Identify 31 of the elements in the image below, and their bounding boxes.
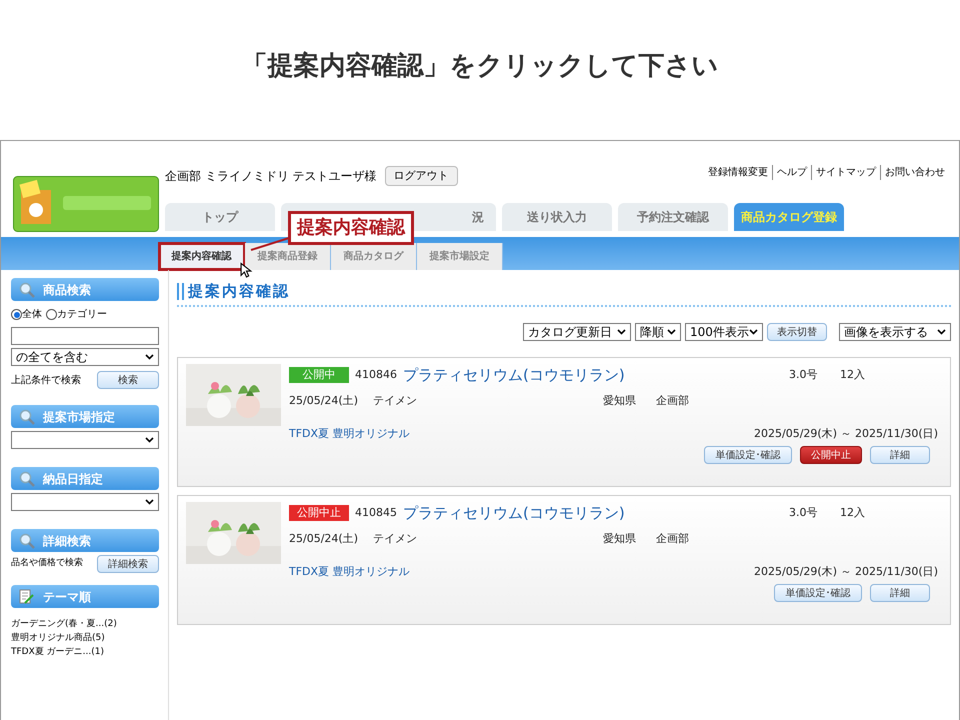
- section-title: 詳細検索: [43, 532, 91, 550]
- grower-text: テイメン: [373, 392, 418, 409]
- radio-label: 全体: [22, 308, 42, 322]
- section-title: テーマ順: [43, 588, 91, 606]
- quantity: 12入: [840, 366, 865, 383]
- pot-size: 3.0号: [789, 366, 818, 383]
- quantity: 12入: [840, 504, 865, 521]
- user-name: 企画部 ミライノミドリ テストユーザ様: [165, 168, 377, 185]
- period-text: 2025/05/29(木) ～ 2025/11/30(日): [754, 426, 938, 442]
- hint-text: 上記条件で検索: [11, 374, 81, 388]
- section-title: 納品日指定: [43, 470, 103, 488]
- department-text: 企画部: [656, 530, 689, 547]
- prefecture-text: 愛知県: [603, 392, 637, 409]
- radio-label: カテゴリー: [57, 308, 107, 322]
- prefecture-text: 愛知県: [603, 530, 637, 547]
- slide-title: 「提案内容確認」をクリックして下さい: [242, 50, 718, 82]
- callout-tooltip: 提案内容確認: [288, 211, 414, 245]
- date-text: 25/05/24(土): [289, 530, 359, 547]
- status-badge: 公開中: [289, 366, 349, 384]
- page-heading: 提案内容確認: [188, 280, 290, 302]
- section-title: 商品検索: [43, 282, 91, 298]
- section-title: 提案市場指定: [43, 408, 115, 426]
- pot-size: 3.0号: [789, 504, 818, 521]
- date-text: 25/05/24(土): [289, 392, 359, 409]
- status-badge: 公開中止: [289, 504, 349, 522]
- product-code: 410846: [355, 366, 397, 383]
- grower-text: テイメン: [373, 530, 418, 547]
- period-text: 2025/05/29(木) ～ 2025/11/30(日): [754, 564, 938, 580]
- department-text: 企画部: [656, 392, 689, 409]
- product-code: 410845: [355, 504, 397, 521]
- hint-text: 品名や価格で検索: [11, 557, 83, 570]
